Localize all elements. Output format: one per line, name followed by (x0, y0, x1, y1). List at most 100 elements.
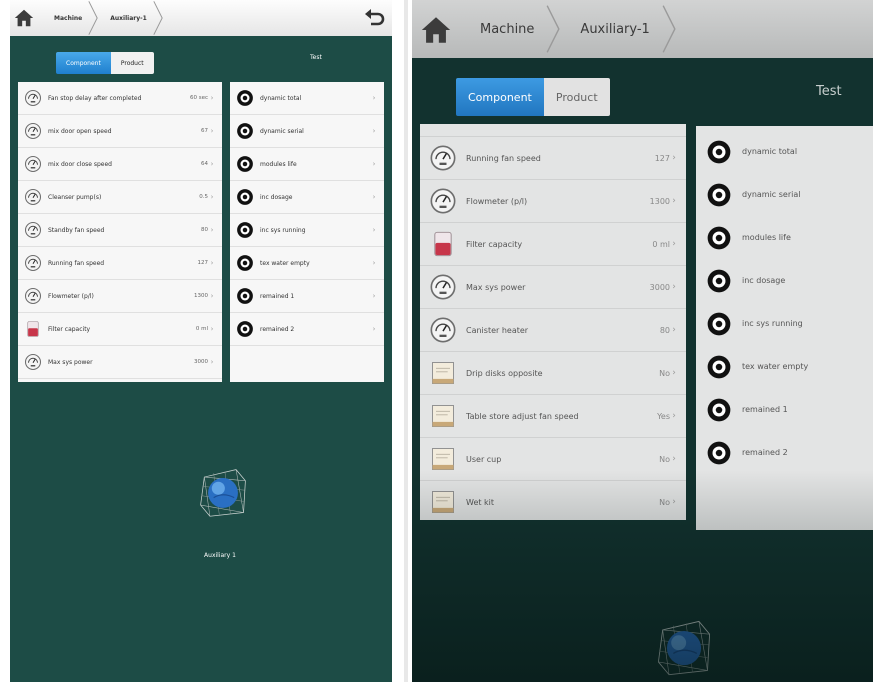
tab-product[interactable]: Product (543, 78, 610, 116)
list-item[interactable]: Fan stop delay after completed 60 sec › (18, 82, 222, 115)
item-name: Running fan speed (466, 153, 541, 163)
list-item[interactable]: dynamic total › (230, 82, 384, 115)
list-item[interactable]: remained 2 (696, 431, 873, 474)
chevron-right-icon: › (672, 153, 676, 163)
item-value: No (659, 497, 670, 507)
chevron-right-icon: › (210, 127, 214, 135)
list-item[interactable]: User cup No › (420, 438, 686, 481)
list-item[interactable]: Drip disks opposite No › (420, 352, 686, 395)
item-name: Cleanser pump(s) (48, 193, 102, 201)
chevron-right-icon: › (372, 226, 376, 234)
dial-icon (704, 309, 734, 339)
item-name: inc dosage (742, 276, 786, 285)
list-item[interactable]: dynamic serial (696, 173, 873, 216)
item-name: Max sys power (466, 282, 526, 292)
item-name: modules life (742, 233, 791, 242)
list-item[interactable]: Wet kit No › (420, 481, 686, 520)
list-item[interactable]: Filter capacity 0 ml › (420, 223, 686, 266)
notepad-icon (428, 487, 458, 517)
home-icon (13, 7, 35, 29)
list-item[interactable]: dynamic serial › (230, 115, 384, 148)
breadcrumb-machine[interactable]: Machine (458, 4, 558, 54)
breadcrumb-auxiliary[interactable]: Auxiliary-1 (96, 0, 161, 36)
test-button[interactable]: Test (816, 84, 842, 99)
dial-icon (704, 438, 734, 468)
test-button[interactable]: Test (310, 54, 322, 61)
chevron-right-icon: › (210, 226, 214, 234)
list-item[interactable]: tex water empty › (230, 247, 384, 280)
item-value: 1300 (194, 293, 208, 299)
item-value: 127 (197, 260, 209, 266)
back-button[interactable] (362, 4, 388, 32)
list-item[interactable]: remained 2 › (230, 313, 384, 346)
list-item[interactable]: modules life › (230, 148, 384, 181)
dial-icon (704, 137, 734, 167)
dial-icon (236, 89, 254, 107)
chevron-right-icon: › (672, 497, 676, 507)
dial-icon (236, 188, 254, 206)
chevron-right-icon: › (672, 368, 676, 378)
dial-icon (704, 266, 734, 296)
gauge-icon (428, 272, 458, 302)
list-item[interactable]: Canister heater 80 › (420, 309, 686, 352)
tab-component[interactable]: Component (56, 52, 111, 74)
list-item[interactable]: remained 1 (696, 388, 873, 431)
breadcrumb: Machine Auxiliary-1 (458, 4, 674, 54)
chevron-right-icon: › (372, 160, 376, 168)
list-item[interactable]: tex water empty (696, 345, 873, 388)
notepad-icon (428, 401, 458, 431)
list-item[interactable]: Filter capacity 0 ml › (18, 313, 222, 346)
home-button[interactable] (416, 8, 456, 52)
gauge-icon (24, 353, 42, 371)
item-name: Fan stop delay after completed (48, 94, 142, 102)
list-item[interactable]: dynamic total (696, 130, 873, 173)
list-item[interactable]: Standby fan speed 80 › (18, 214, 222, 247)
list-item[interactable]: Running fan speed 127 › (18, 247, 222, 280)
list-item[interactable]: Flowmeter (p/l) 1300 › (18, 280, 222, 313)
tab-product[interactable]: Product (110, 52, 154, 74)
item-value: No (659, 454, 670, 464)
chevron-right-icon: › (210, 358, 214, 366)
dial-icon (704, 223, 734, 253)
item-name: dynamic serial (260, 127, 304, 135)
gauge-icon (24, 122, 42, 140)
list-item[interactable]: inc dosage (696, 259, 873, 302)
list-item[interactable]: inc sys running (696, 302, 873, 345)
list-item[interactable]: remained 1 › (230, 280, 384, 313)
item-name: remained 2 (260, 325, 295, 333)
item-value: 127 (654, 153, 670, 163)
list-item[interactable]: Table store adjust fan speed Yes › (420, 395, 686, 438)
list-item[interactable]: mix door close speed 64 › (18, 148, 222, 181)
breadcrumb: Machine Auxiliary-1 (40, 0, 161, 36)
item-name: inc dosage (260, 193, 293, 201)
parameter-list: Running fan speed 127 › Flowmeter (p/l) 130… (420, 124, 686, 520)
list-item[interactable]: inc dosage › (230, 181, 384, 214)
globe-cube-icon (652, 612, 716, 682)
home-icon (419, 13, 453, 47)
globe-cube-icon (195, 460, 251, 524)
item-value: 0.5 (199, 194, 208, 200)
chevron-right-icon: › (372, 292, 376, 300)
gauge-icon (428, 186, 458, 216)
breadcrumb-auxiliary[interactable]: Auxiliary-1 (558, 4, 673, 54)
item-name: Wet kit (466, 497, 495, 507)
list-item[interactable]: Max sys power 3000 › (18, 346, 222, 379)
list-item[interactable]: inc sys running › (230, 214, 384, 247)
list-item[interactable]: Max sys power 3000 › (420, 266, 686, 309)
list-item[interactable]: modules life (696, 216, 873, 259)
chevron-right-icon: › (372, 325, 376, 333)
item-value: 60 sec (189, 95, 208, 101)
chevron-right-icon: › (672, 454, 676, 464)
scrolled-row-edge (420, 124, 686, 137)
top-bar: Machine Auxiliary-1 (412, 0, 873, 58)
tab-component[interactable]: Component (456, 78, 544, 116)
list-item[interactable]: Flowmeter (p/l) 1300 › (420, 180, 686, 223)
dial-icon (704, 180, 734, 210)
list-item[interactable]: mix door open speed 67 › (18, 115, 222, 148)
item-name: inc sys running (260, 226, 306, 234)
breadcrumb-machine[interactable]: Machine (40, 0, 96, 36)
list-item[interactable]: Running fan speed 127 › (420, 137, 686, 180)
dial-icon (236, 254, 254, 272)
list-item[interactable]: Cleanser pump(s) 0.5 › (18, 181, 222, 214)
home-button[interactable] (10, 0, 38, 36)
